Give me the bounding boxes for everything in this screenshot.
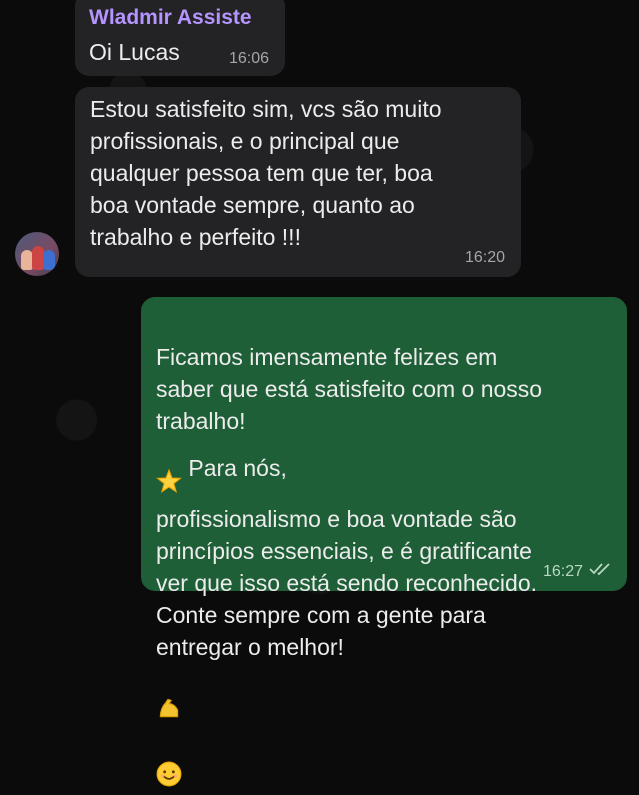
avatar-figure (43, 250, 55, 270)
message-time: 16:27 (542, 563, 583, 580)
message-bubble-incoming[interactable]: Wladmir Assiste Oi Lucas 16:06 (75, 0, 285, 76)
double-check-icon (589, 563, 610, 576)
star-emoji (156, 437, 182, 503)
contact-avatar[interactable] (15, 232, 59, 276)
message-bubble-incoming[interactable]: Estou satisfeito sim, vcs são muito prof… (75, 87, 521, 277)
message-time: 16:06 (228, 50, 269, 67)
sender-name[interactable]: Wladmir Assiste (89, 6, 271, 30)
message-text-part: Ficamos imensamente felizes em saber que… (156, 344, 543, 434)
smiling-face-emoji (156, 729, 182, 795)
message-text: Ficamos imensamente felizes em saber que… (156, 309, 613, 795)
flexed-biceps-emoji (156, 663, 182, 729)
message-text: Estou satisfeito sim, vcs são muito prof… (90, 96, 442, 250)
message-time: 16:20 (464, 249, 505, 266)
message-bubble-outgoing[interactable]: Ficamos imensamente felizes em saber que… (141, 297, 627, 787)
message-text-part: Para nós, profissionalismo e boa vontade… (156, 455, 538, 660)
